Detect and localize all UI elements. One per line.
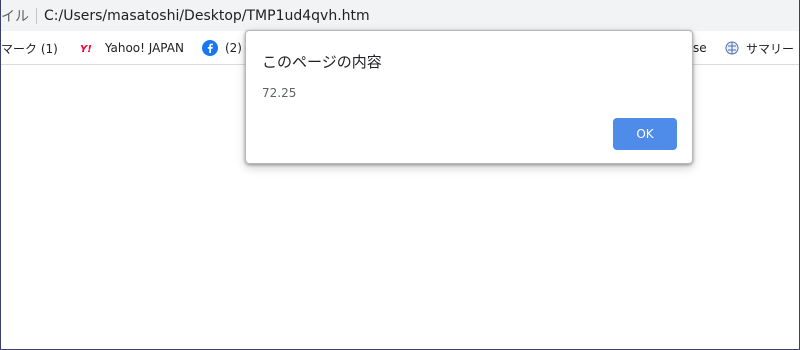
bookmark-item-yahoo[interactable]: Y! Yahoo! JAPAN bbox=[72, 36, 192, 60]
address-separator bbox=[36, 7, 37, 24]
bookmark-label: マーク (1) bbox=[1, 41, 58, 56]
ok-button[interactable]: OK bbox=[613, 118, 677, 150]
bookmark-label: Yahoo! JAPAN bbox=[104, 41, 184, 55]
facebook-icon bbox=[201, 40, 218, 56]
globe-icon bbox=[725, 41, 739, 55]
address-prefix-label: イル bbox=[1, 8, 29, 25]
svg-text:Y!: Y! bbox=[80, 44, 92, 54]
yahoo-icon: Y! bbox=[80, 42, 98, 54]
bookmark-item-mark[interactable]: マーク (1) bbox=[1, 36, 66, 60]
dialog-message: 72.25 bbox=[262, 86, 297, 100]
bookmark-label: サマリー bbox=[746, 41, 795, 56]
bookmark-item-summary[interactable]: サマリー bbox=[717, 36, 799, 60]
browser-window: イル C:/Users/masatoshi/Desktop/TMP1ud4qvh… bbox=[0, 0, 800, 350]
address-bar[interactable]: イル C:/Users/masatoshi/Desktop/TMP1ud4qvh… bbox=[1, 0, 799, 31]
bookmark-label: se bbox=[693, 41, 707, 55]
address-url[interactable]: C:/Users/masatoshi/Desktop/TMP1ud4qvh.ht… bbox=[44, 8, 370, 24]
dialog-title: このページの内容 bbox=[262, 53, 382, 71]
alert-dialog: このページの内容 72.25 OK bbox=[245, 30, 693, 164]
